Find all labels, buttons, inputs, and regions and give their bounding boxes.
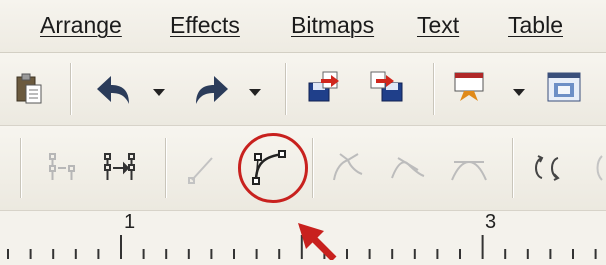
highlight-circle (238, 133, 308, 203)
paste-icon[interactable] (14, 73, 44, 110)
launcher-dropdown-icon[interactable] (513, 84, 525, 102)
toolbar-separator (433, 63, 434, 115)
export-icon[interactable] (368, 69, 408, 110)
undo-dropdown-icon[interactable] (153, 84, 165, 102)
toolbar-separator (312, 138, 313, 198)
import-icon[interactable] (305, 69, 345, 110)
standard-toolbar (0, 53, 606, 126)
menu-table[interactable]: Table (508, 12, 563, 39)
application-launcher-icon[interactable] (452, 69, 488, 110)
symmetrical-node-icon[interactable] (448, 148, 490, 193)
menu-effects[interactable]: Effects (170, 12, 240, 39)
highlight-arrow-icon (290, 215, 350, 265)
toolbar-separator (20, 138, 21, 198)
ruler-label: 3 (485, 211, 497, 233)
menu-text[interactable]: Text (417, 12, 459, 39)
welcome-screen-icon[interactable] (545, 69, 585, 110)
menu-bar: Arrange Effects Bitmaps Text Table (0, 0, 606, 53)
toolbar-separator (285, 63, 286, 115)
break-curve-icon[interactable] (100, 148, 140, 193)
toolbar-separator (512, 138, 513, 198)
menu-bitmaps[interactable]: Bitmaps (291, 12, 374, 39)
ruler-label: 1 (124, 211, 136, 233)
redo-dropdown-icon[interactable] (249, 84, 261, 102)
convert-to-line-icon[interactable] (184, 148, 220, 193)
menu-arrange[interactable]: Arrange (40, 12, 122, 39)
undo-icon[interactable] (95, 71, 137, 114)
toolbar-separator (165, 138, 166, 198)
extend-curve-icon[interactable] (592, 148, 606, 193)
smooth-node-icon[interactable] (388, 148, 428, 193)
join-nodes-icon[interactable] (44, 148, 80, 193)
redo-icon[interactable] (188, 71, 230, 114)
toolbar-separator (70, 63, 71, 115)
cusp-node-icon[interactable] (328, 148, 368, 193)
reverse-direction-icon[interactable] (528, 148, 568, 193)
